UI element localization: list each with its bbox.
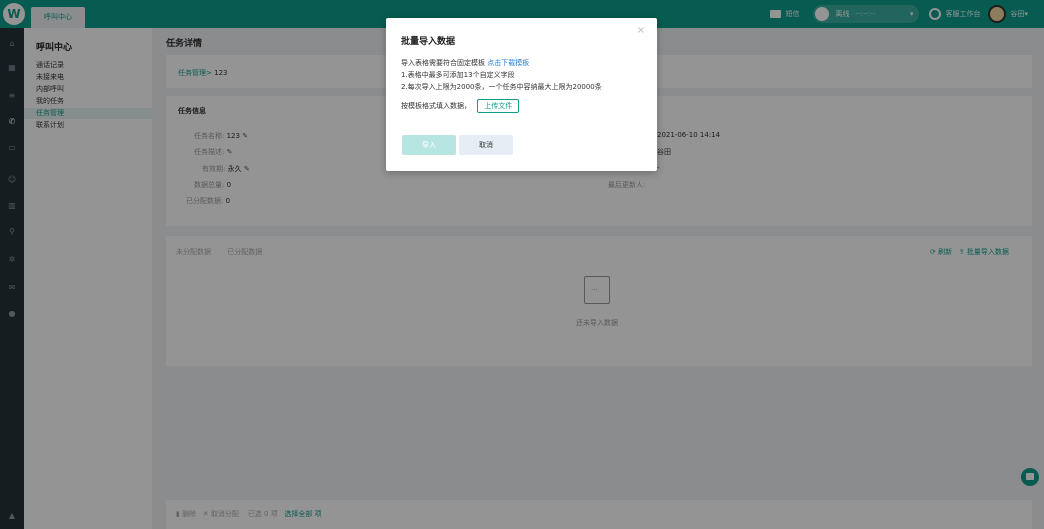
upload-file-button[interactable]: 上传文件 [477,99,520,113]
rule-import-limit: 2.每次导入上限为2000条，一个任务中容纳最大上限为20000条 [401,83,602,91]
rule-custom-fields: 1.表格中最多可添加13个自定义字段 [401,71,515,79]
upload-row: 按模板格式填入数据， 上传文件 [401,99,520,113]
import-button[interactable]: 导入 [402,135,456,155]
template-hint-text: 导入表格需要符合固定模板 [401,59,485,67]
dialog-title: 批量导入数据 [401,37,456,47]
bulk-import-dialog: × 批量导入数据 导入表格需要符合固定模板 点击下载模板 1.表格中最多可添加1… [386,18,657,171]
upload-hint: 按模板格式填入数据， [401,102,471,110]
download-template-link[interactable]: 点击下载模板 [487,59,529,67]
close-icon[interactable]: × [637,25,645,36]
cancel-button[interactable]: 取消 [459,135,513,155]
template-hint: 导入表格需要符合固定模板 点击下载模板 [401,58,529,68]
